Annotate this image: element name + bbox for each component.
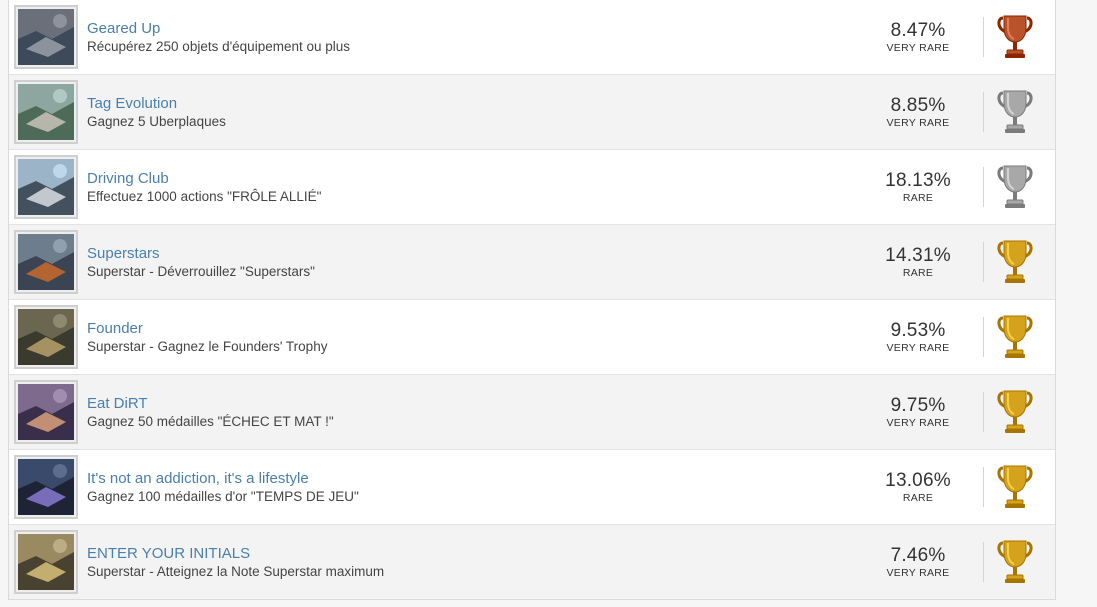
divider <box>983 92 984 132</box>
achievement-rarity: VERY RARE <box>886 416 950 429</box>
trophy-icon <box>995 14 1035 60</box>
achievement-percent: 9.53% <box>890 319 946 341</box>
trophy-icon <box>995 389 1035 435</box>
achievement-title[interactable]: Driving Club <box>87 170 873 188</box>
trophy-icon <box>995 464 1035 510</box>
achievement-description: Superstar - Atteignez la Note Superstar … <box>87 563 385 579</box>
achievement-thumbnail <box>14 230 78 294</box>
achievement-thumbnail <box>14 305 78 369</box>
achievement-rarity: VERY RARE <box>886 41 950 54</box>
achievement-image-icon <box>18 84 74 140</box>
achievement-rarity: VERY RARE <box>886 341 950 354</box>
achievement-rarity: RARE <box>902 491 934 504</box>
achievement-title[interactable]: Tag Evolution <box>87 95 873 113</box>
achievement-rarity: RARE <box>902 266 934 279</box>
achievement-percent: 7.46% <box>890 544 946 566</box>
achievement-thumbnail <box>14 80 78 144</box>
trophy-icon <box>995 239 1035 285</box>
achievement-list: Geared Up Récupérez 250 objets d'équipem… <box>8 0 1056 600</box>
achievement-percent: 13.06% <box>885 469 951 491</box>
achievement-image-icon <box>18 234 74 290</box>
achievement-percent: 18.13% <box>885 169 951 191</box>
divider <box>983 17 984 57</box>
achievement-rarity: VERY RARE <box>886 116 950 129</box>
achievement-row[interactable]: ENTER YOUR INITIALS Superstar - Atteigne… <box>9 525 1055 600</box>
achievement-description: Récupérez 250 objets d'équipement ou plu… <box>87 38 351 54</box>
achievement-description: Gagnez 100 médailles d'or "TEMPS DE JEU" <box>87 488 359 504</box>
achievement-row[interactable]: Founder Superstar - Gagnez le Founders' … <box>9 300 1055 375</box>
achievement-description: Superstar - Gagnez le Founders' Trophy <box>87 338 328 354</box>
achievement-row[interactable]: Eat DiRT Gagnez 50 médailles "ÉCHEC ET M… <box>9 375 1055 450</box>
divider <box>983 317 984 357</box>
achievement-title[interactable]: Eat DiRT <box>87 395 873 413</box>
achievement-row[interactable]: Superstars Superstar - Déverrouillez "Su… <box>9 225 1055 300</box>
achievement-title[interactable]: Geared Up <box>87 20 873 38</box>
trophy-icon <box>995 314 1035 360</box>
achievement-percent: 8.85% <box>890 94 946 116</box>
achievement-thumbnail <box>14 380 78 444</box>
achievement-row[interactable]: It's not an addiction, it's a lifestyle … <box>9 450 1055 525</box>
achievement-title[interactable]: ENTER YOUR INITIALS <box>87 545 873 563</box>
achievement-description: Gagnez 50 médailles "ÉCHEC ET MAT !" <box>87 413 334 429</box>
achievement-image-icon <box>18 159 74 215</box>
divider <box>983 242 984 282</box>
achievement-description: Gagnez 5 Uberplaques <box>87 113 226 129</box>
divider <box>983 167 984 207</box>
achievement-row[interactable]: Driving Club Effectuez 1000 actions "FRÔ… <box>9 150 1055 225</box>
achievement-title[interactable]: Superstars <box>87 245 873 263</box>
achievement-thumbnail <box>14 455 78 519</box>
achievement-description: Superstar - Déverrouillez "Superstars" <box>87 263 315 279</box>
achievement-rarity: RARE <box>902 191 934 204</box>
trophy-icon <box>995 539 1035 585</box>
achievement-image-icon <box>18 309 74 365</box>
achievement-row[interactable]: Tag Evolution Gagnez 5 Uberplaques 8.85%… <box>9 75 1055 150</box>
trophy-icon <box>995 89 1035 135</box>
divider <box>983 392 984 432</box>
achievement-row[interactable]: Geared Up Récupérez 250 objets d'équipem… <box>9 0 1055 75</box>
achievement-title[interactable]: It's not an addiction, it's a lifestyle <box>87 470 873 488</box>
achievement-thumbnail <box>14 155 78 219</box>
achievement-percent: 14.31% <box>885 244 951 266</box>
divider <box>983 467 984 507</box>
achievement-thumbnail <box>14 530 78 594</box>
achievement-rarity: VERY RARE <box>886 566 950 579</box>
achievement-image-icon <box>18 384 74 440</box>
trophy-icon <box>995 164 1035 210</box>
divider <box>983 542 984 582</box>
achievement-image-icon <box>18 534 74 590</box>
achievement-percent: 9.75% <box>890 394 946 416</box>
achievement-title[interactable]: Founder <box>87 320 873 338</box>
achievement-thumbnail <box>14 5 78 69</box>
achievement-image-icon <box>18 459 74 515</box>
achievement-percent: 8.47% <box>890 19 946 41</box>
achievement-image-icon <box>18 9 74 65</box>
achievement-description: Effectuez 1000 actions "FRÔLE ALLIÉ" <box>87 188 322 204</box>
